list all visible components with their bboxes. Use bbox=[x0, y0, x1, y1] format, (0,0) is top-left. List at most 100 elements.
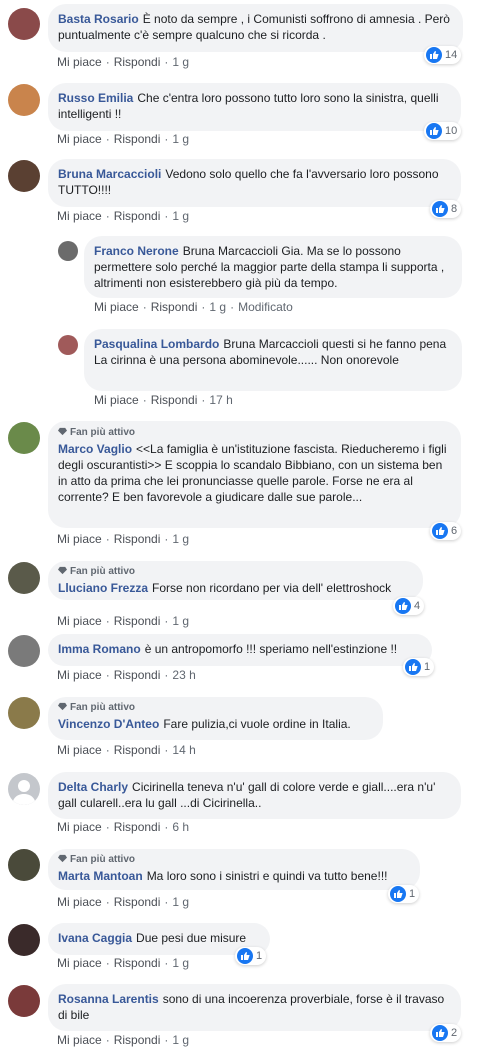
avatar[interactable] bbox=[8, 849, 40, 881]
comment-author[interactable]: Bruna Marcaccioli bbox=[58, 167, 161, 181]
separator: · bbox=[164, 209, 169, 223]
diamond-icon bbox=[58, 702, 67, 711]
avatar[interactable] bbox=[8, 697, 40, 729]
comment-time[interactable]: 1 g bbox=[172, 895, 189, 909]
comment-time[interactable]: 17 h bbox=[209, 393, 232, 407]
like-icon bbox=[390, 886, 406, 902]
like-icon bbox=[432, 201, 448, 217]
edited-label[interactable]: Modificato bbox=[238, 300, 293, 314]
comment-time[interactable]: 1 g bbox=[172, 956, 189, 970]
reaction-count[interactable]: 1 bbox=[403, 658, 435, 676]
comment-time[interactable]: 1 g bbox=[172, 1033, 189, 1047]
comment-author[interactable]: Russo Emilia bbox=[58, 91, 133, 105]
reaction-count[interactable]: 2 bbox=[430, 1024, 462, 1042]
comment-text: è un antropomorfo !!! speriamo nell'esti… bbox=[144, 642, 398, 656]
comment-author[interactable]: Franco Nerone bbox=[94, 244, 179, 258]
separator: · bbox=[105, 820, 110, 834]
like-button[interactable]: Mi piace bbox=[57, 55, 102, 69]
comment-bubble: Pasqualina Lombardo Bruna Marcaccioli que… bbox=[84, 329, 462, 391]
comment-bubble: Rosanna Larentis sono di una incoerenza p… bbox=[48, 984, 461, 1031]
top-fan-badge: Fan più attivo bbox=[58, 853, 410, 867]
like-button[interactable]: Mi piace bbox=[57, 743, 102, 757]
comment-author[interactable]: Lluciano Frezza bbox=[58, 581, 148, 595]
top-fan-badge: Fan più attivo bbox=[58, 565, 413, 579]
comment-author[interactable]: Imma Romano bbox=[58, 642, 141, 656]
like-button[interactable]: Mi piace bbox=[94, 393, 139, 407]
like-button[interactable]: Mi piace bbox=[57, 1033, 102, 1047]
reply-button[interactable]: Rispondi bbox=[114, 55, 161, 69]
reply-button[interactable]: Rispondi bbox=[114, 895, 161, 909]
avatar[interactable] bbox=[58, 241, 78, 261]
separator: · bbox=[164, 532, 169, 546]
avatar[interactable] bbox=[8, 635, 40, 667]
comment-author[interactable]: Rosanna Larentis bbox=[58, 992, 159, 1006]
comment-text: Due pesi due misure bbox=[136, 931, 247, 945]
reply-button[interactable]: Rispondi bbox=[114, 614, 161, 628]
reply-button[interactable]: Rispondi bbox=[114, 1033, 161, 1047]
reply-button[interactable]: Rispondi bbox=[151, 393, 198, 407]
avatar[interactable] bbox=[8, 985, 40, 1017]
like-icon bbox=[395, 598, 411, 614]
reply-button[interactable]: Rispondi bbox=[114, 956, 161, 970]
reaction-count[interactable]: 6 bbox=[430, 522, 462, 540]
reply-button[interactable]: Rispondi bbox=[114, 209, 161, 223]
reply-button[interactable]: Rispondi bbox=[151, 300, 198, 314]
reaction-count[interactable]: 10 bbox=[424, 122, 462, 140]
separator: · bbox=[230, 300, 235, 314]
avatar[interactable] bbox=[8, 8, 40, 40]
reply-button[interactable]: Rispondi bbox=[114, 820, 161, 834]
comment-time[interactable]: 1 g bbox=[209, 300, 226, 314]
comment-time[interactable]: 1 g bbox=[172, 209, 189, 223]
comment-author[interactable]: Pasqualina Lombardo bbox=[94, 337, 219, 351]
reaction-count[interactable]: 1 bbox=[235, 947, 267, 965]
like-button[interactable]: Mi piace bbox=[94, 300, 139, 314]
reply-button[interactable]: Rispondi bbox=[114, 668, 161, 682]
like-button[interactable]: Mi piace bbox=[57, 895, 102, 909]
separator: · bbox=[164, 743, 169, 757]
comment-time[interactable]: 1 g bbox=[172, 532, 189, 546]
comment-time[interactable]: 1 g bbox=[172, 132, 189, 146]
comment-author[interactable]: Vincenzo D'Anteo bbox=[58, 717, 159, 731]
comment-author[interactable]: Marta Mantoan bbox=[58, 869, 143, 883]
reaction-count[interactable]: 4 bbox=[393, 597, 425, 615]
reaction-number: 1 bbox=[256, 950, 263, 962]
avatar[interactable] bbox=[8, 562, 40, 594]
reaction-count[interactable]: 8 bbox=[430, 200, 462, 218]
comment-time[interactable]: 14 h bbox=[172, 743, 195, 757]
like-button[interactable]: Mi piace bbox=[57, 132, 102, 146]
comment-author[interactable]: Basta Rosario bbox=[58, 12, 139, 26]
like-button[interactable]: Mi piace bbox=[57, 532, 102, 546]
separator: · bbox=[105, 895, 110, 909]
comment-time[interactable]: 6 h bbox=[172, 820, 189, 834]
comment-bubble: Basta Rosario È noto da sempre , i Comuni… bbox=[48, 4, 463, 52]
avatar[interactable] bbox=[58, 335, 78, 355]
avatar[interactable] bbox=[8, 773, 40, 805]
avatar[interactable] bbox=[8, 924, 40, 956]
avatar[interactable] bbox=[8, 160, 40, 192]
comment-author[interactable]: Ivana Caggia bbox=[58, 931, 132, 945]
comment-actions: Mi piace · Rispondi · 1 g bbox=[57, 55, 189, 69]
comment-bubble: Fan più attivo Marco Vaglio <<La famiglia… bbox=[48, 421, 461, 528]
comment-time[interactable]: 1 g bbox=[172, 55, 189, 69]
separator: · bbox=[105, 668, 110, 682]
reply-button[interactable]: Rispondi bbox=[114, 743, 161, 757]
comment-time[interactable]: 1 g bbox=[172, 614, 189, 628]
reaction-count[interactable]: 1 bbox=[388, 885, 420, 903]
like-button[interactable]: Mi piace bbox=[57, 956, 102, 970]
comment-author[interactable]: Delta Charly bbox=[58, 780, 128, 794]
avatar[interactable] bbox=[8, 422, 40, 454]
like-button[interactable]: Mi piace bbox=[57, 614, 102, 628]
comment-actions: Mi piace · Rispondi · 17 h bbox=[94, 393, 233, 407]
separator: · bbox=[164, 614, 169, 628]
separator: · bbox=[105, 1033, 110, 1047]
reply-button[interactable]: Rispondi bbox=[114, 132, 161, 146]
avatar[interactable] bbox=[8, 84, 40, 116]
like-button[interactable]: Mi piace bbox=[57, 820, 102, 834]
separator: · bbox=[164, 956, 169, 970]
like-button[interactable]: Mi piace bbox=[57, 209, 102, 223]
comment-time[interactable]: 23 h bbox=[172, 668, 195, 682]
comment-author[interactable]: Marco Vaglio bbox=[58, 442, 132, 456]
reaction-count[interactable]: 14 bbox=[424, 46, 462, 64]
like-button[interactable]: Mi piace bbox=[57, 668, 102, 682]
reply-button[interactable]: Rispondi bbox=[114, 532, 161, 546]
